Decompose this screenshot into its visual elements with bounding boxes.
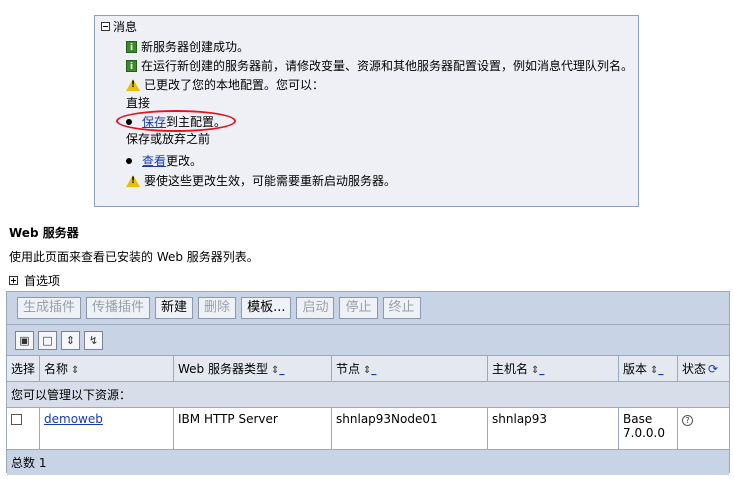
row-type-cell: IBM HTTP Server — [173, 407, 333, 450]
review-text: 更改。 — [166, 154, 203, 168]
deselect-all-icon[interactable]: □ — [38, 330, 57, 350]
messages-header: 消息 — [113, 19, 138, 34]
page-description: 使用此页面来查看已安装的 Web 服务器列表。 — [9, 250, 259, 264]
manage-label: 您可以管理以下资源： — [7, 381, 729, 408]
manage-row: 您可以管理以下资源： — [7, 381, 729, 408]
refresh-icon[interactable]: ⟳ — [708, 362, 718, 376]
col-status: 状态 ⟳ — [677, 356, 729, 382]
direct-label: 直接 — [126, 96, 151, 110]
highlight-ellipse — [116, 110, 236, 132]
preferences-toggle[interactable]: 首选项 — [9, 272, 60, 289]
row-name-cell: demoweb — [39, 407, 175, 450]
review-item: 查看 更改。 — [126, 152, 202, 169]
status-unknown-icon: ? — [682, 414, 694, 426]
bullet-icon — [126, 157, 132, 164]
table-header-row: 选择 名称 ⇕ Web 服务器类型 ⇕_ 节点 ⇕_ 主机名 ⇕_ 版本 ⇕_ 状态 ⟳ — [7, 356, 729, 382]
warning-icon — [126, 174, 140, 187]
page-title: Web 服务器 — [9, 226, 79, 240]
new-button[interactable]: 新建 — [155, 297, 194, 319]
delete-button[interactable]: 删除 — [198, 297, 237, 319]
col-node[interactable]: 节点 ⇕_ — [331, 356, 489, 382]
warning-text-2: 要使这些更改生效，可能需要重新启动服务器。 — [144, 174, 397, 188]
terminate-button[interactable]: 终止 — [382, 297, 421, 319]
templates-button[interactable]: 模板... — [241, 297, 292, 319]
col-version[interactable]: 版本 ⇕_ — [618, 356, 679, 382]
button-bar: 生成插件 传播插件 新建 删除 模板... 启动 停止 终止 — [7, 292, 729, 325]
warning-message-1: 已更改了您的本地配置。您可以： — [126, 76, 324, 93]
row-checkbox[interactable] — [11, 413, 22, 425]
info-text-2: 在运行新创建的服务器前，请修改变量、资源和其他服务器配置设置，例如消息代理队列名… — [141, 59, 634, 73]
version-line-1: Base — [623, 411, 653, 426]
warning-icon — [126, 78, 140, 91]
col-select: 选择 — [7, 356, 41, 382]
version-line-2: 7.0.0.0 — [623, 425, 665, 440]
col-host[interactable]: 主机名 ⇕_ — [487, 356, 620, 382]
info-message-2: i 在运行新创建的服务器前，请修改变量、资源和其他服务器配置设置，例如消息代理队… — [126, 57, 633, 74]
stop-button[interactable]: 停止 — [339, 297, 378, 319]
clear-filter-icon[interactable]: ↯ — [84, 330, 103, 350]
row-host-cell: shnlap93 — [487, 407, 620, 450]
start-button[interactable]: 启动 — [296, 297, 335, 319]
server-name-link[interactable]: demoweb — [44, 412, 103, 426]
total-label: 总数 1 — [7, 449, 729, 475]
servers-panel: 生成插件 传播插件 新建 删除 模板... 启动 停止 终止 ▣ □ ⇕ ↯ 选… — [6, 291, 730, 475]
review-link[interactable]: 查看 — [142, 152, 166, 169]
preferences-label: 首选项 — [24, 274, 61, 288]
warning-text-1: 已更改了您的本地配置。您可以： — [144, 78, 325, 92]
expand-icon[interactable] — [9, 276, 18, 285]
collapse-toggle-icon[interactable] — [101, 21, 110, 31]
total-row: 总数 1 — [7, 449, 729, 475]
select-all-icon[interactable]: ▣ — [15, 330, 34, 350]
col-name[interactable]: 名称 ⇕ — [39, 356, 175, 382]
save-or-discard-label: 保存或放弃之前 — [126, 132, 211, 146]
info-icon: i — [126, 40, 137, 53]
icon-toolbar: ▣ □ ⇕ ↯ — [7, 325, 729, 356]
generate-plugin-button[interactable]: 生成插件 — [17, 297, 82, 319]
row-status-cell: ? — [677, 407, 729, 450]
row-node-cell: shnlap93Node01 — [331, 407, 489, 450]
show-filter-icon[interactable]: ⇕ — [61, 330, 80, 350]
row-version-cell: Base 7.0.0.0 — [618, 407, 679, 450]
propagate-plugin-button[interactable]: 传播插件 — [86, 297, 151, 319]
col-type[interactable]: Web 服务器类型 ⇕_ — [173, 356, 333, 382]
info-icon: i — [126, 59, 137, 72]
info-text-1: 新服务器创建成功。 — [141, 40, 250, 54]
info-message-1: i 新服务器创建成功。 — [126, 38, 249, 55]
sort-icon[interactable]: ⇕ — [71, 365, 79, 376]
servers-table: 选择 名称 ⇕ Web 服务器类型 ⇕_ 节点 ⇕_ 主机名 ⇕_ 版本 ⇕_ 状态 ⟳ 您… — [7, 356, 729, 475]
row-select-cell — [7, 407, 41, 450]
warning-message-2: 要使这些更改生效，可能需要重新启动服务器。 — [126, 172, 396, 189]
table-row: demoweb IBM HTTP Server shnlap93Node01 s… — [7, 407, 729, 450]
